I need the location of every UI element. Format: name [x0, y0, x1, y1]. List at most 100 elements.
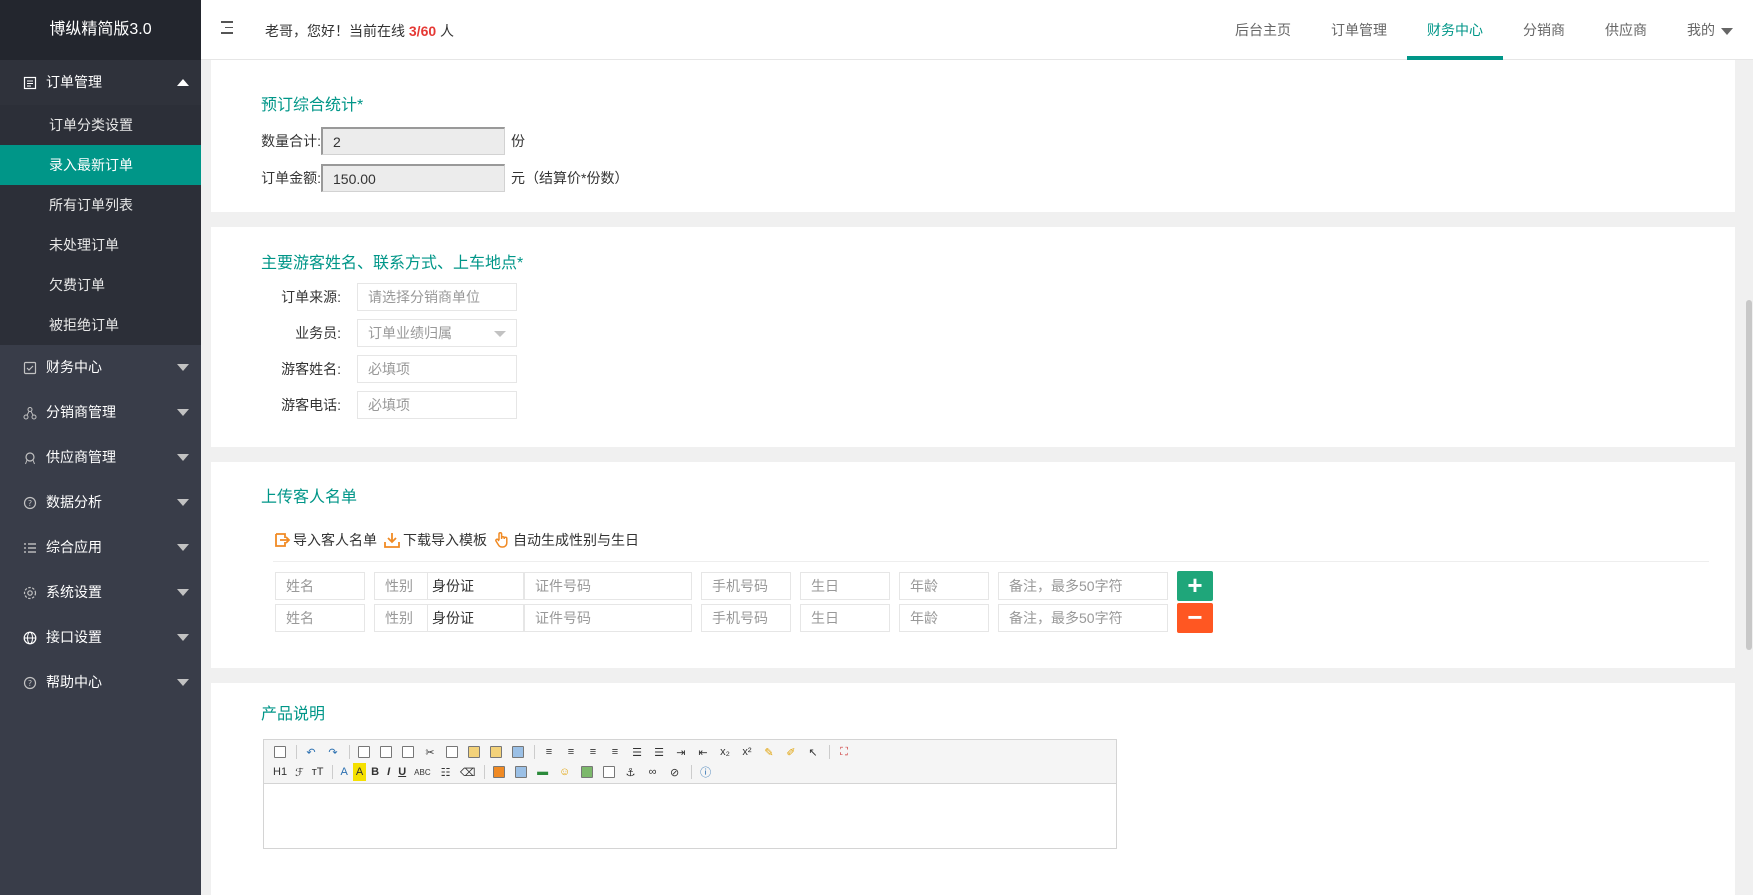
topnav-mine[interactable]: 我的 — [1667, 0, 1753, 60]
table-icon[interactable] — [511, 763, 531, 781]
sidebar-group-interfaces[interactable]: 接口设置 — [0, 615, 201, 660]
topnav-finance[interactable]: 财务中心 — [1407, 0, 1503, 60]
redo-icon[interactable]: ↷ — [323, 743, 343, 761]
sidebar-item-arrears-orders[interactable]: 欠费订单 — [0, 265, 201, 305]
font-color-button[interactable]: A — [337, 763, 350, 781]
outdent-icon[interactable]: ⇤ — [693, 743, 713, 761]
caret-down-icon — [177, 454, 189, 461]
unordered-list-icon[interactable]: ☰ — [649, 743, 669, 761]
guest-name-input[interactable]: 必填项 — [357, 355, 517, 383]
chevron-down-icon — [1721, 27, 1733, 35]
unlink-icon[interactable]: ⊘ — [665, 763, 685, 781]
guest-note-cell[interactable]: 备注，最多50字符 — [998, 572, 1168, 600]
template-icon[interactable] — [398, 743, 418, 761]
print-icon[interactable] — [376, 743, 396, 761]
italic-button[interactable]: I — [384, 763, 393, 781]
guest-age-cell[interactable]: 年龄 — [899, 604, 989, 632]
sidebar-group-apps[interactable]: 综合应用 — [0, 525, 201, 570]
guest-gender-cell[interactable]: 性别 — [374, 604, 428, 632]
subscript-icon[interactable]: x₂ — [715, 743, 735, 761]
copy-icon[interactable] — [442, 743, 462, 761]
import-guests-button[interactable]: 导入客人名单 — [273, 530, 377, 550]
anchor-icon[interactable]: ⚓ — [621, 763, 641, 781]
guest-gender-cell[interactable]: 性别 — [374, 572, 428, 600]
highlight-color-button[interactable]: A — [352, 763, 367, 781]
guest-idno-cell[interactable]: 证件号码 — [524, 604, 692, 632]
insert-image-icon[interactable] — [489, 763, 509, 781]
guest-idno-cell[interactable]: 证件号码 — [524, 572, 692, 600]
scrollbar-thumb[interactable] — [1746, 300, 1752, 650]
download-template-button[interactable]: 下载导入模板 — [383, 530, 487, 550]
bold-button[interactable]: B — [368, 763, 382, 781]
emoticon-icon[interactable]: ☺ — [555, 763, 575, 781]
source-icon[interactable] — [270, 743, 290, 761]
line-height-icon[interactable]: ☷ — [436, 763, 456, 781]
align-right-icon[interactable]: ≡ — [583, 743, 603, 761]
scrollbar[interactable] — [1745, 60, 1753, 895]
sidebar-item-unprocessed-orders[interactable]: 未处理订单 — [0, 225, 201, 265]
sidebar-item-all-orders[interactable]: 所有订单列表 — [0, 185, 201, 225]
help-icon[interactable]: ⓘ — [696, 763, 716, 781]
font-size-button[interactable]: тT — [309, 763, 327, 781]
eraser-icon[interactable]: ⌫ — [458, 763, 478, 781]
sidebar-group-distributors[interactable]: 分销商管理 — [0, 390, 201, 435]
ordered-list-icon[interactable]: ☰ — [627, 743, 647, 761]
topnav-suppliers[interactable]: 供应商 — [1585, 0, 1667, 60]
sidebar-item-order-category[interactable]: 订单分类设置 — [0, 105, 201, 145]
sidebar-group-label: 系统设置 — [46, 584, 102, 600]
link-icon[interactable]: ∞ — [643, 763, 663, 781]
font-family-button[interactable]: ℱ — [292, 763, 307, 781]
guest-name-cell[interactable]: 姓名 — [275, 572, 365, 600]
image-icon[interactable] — [577, 763, 597, 781]
strikethrough-button[interactable]: ABC — [411, 763, 433, 781]
add-row-button[interactable]: + — [1177, 571, 1213, 601]
fullscreen-icon[interactable]: ⛶ — [834, 743, 854, 761]
page-break-icon[interactable] — [599, 763, 619, 781]
paste-icon[interactable] — [464, 743, 484, 761]
guest-birthday-cell[interactable]: 生日 — [800, 604, 890, 632]
pointer-icon[interactable]: ↖ — [803, 743, 823, 761]
paste-word-icon[interactable] — [508, 743, 528, 761]
hr-icon[interactable]: ▬ — [533, 763, 553, 781]
topnav-mine-label: 我的 — [1687, 22, 1715, 38]
select-all-icon[interactable]: ✐ — [781, 743, 801, 761]
guest-name-cell[interactable]: 姓名 — [275, 604, 365, 632]
sidebar-group-finance[interactable]: 财务中心 — [0, 345, 201, 390]
editor-body[interactable] — [264, 784, 1116, 848]
sidebar-item-rejected-orders[interactable]: 被拒绝订单 — [0, 305, 201, 345]
clear-format-icon[interactable]: ✎ — [759, 743, 779, 761]
menu-toggle-icon[interactable] — [221, 21, 235, 35]
superscript-icon[interactable]: x² — [737, 743, 757, 761]
guest-phone-input[interactable]: 必填项 — [357, 391, 517, 419]
sidebar-group-orders[interactable]: 订单管理 — [0, 60, 201, 105]
indent-icon[interactable]: ⇥ — [671, 743, 691, 761]
sidebar-item-new-order[interactable]: 录入最新订单 — [0, 145, 201, 185]
guest-mobile-cell[interactable]: 手机号码 — [701, 604, 791, 632]
topnav-distributors[interactable]: 分销商 — [1503, 0, 1585, 60]
sales-select[interactable]: 订单业绩归属 — [357, 319, 517, 347]
sidebar-group-help[interactable]: ? 帮助中心 — [0, 660, 201, 705]
guest-age-cell[interactable]: 年龄 — [899, 572, 989, 600]
align-justify-icon[interactable]: ≡ — [605, 743, 625, 761]
align-center-icon[interactable]: ≡ — [561, 743, 581, 761]
topnav-orders[interactable]: 订单管理 — [1311, 0, 1407, 60]
auto-generate-button[interactable]: 自动生成性别与生日 — [493, 530, 639, 550]
sidebar-group-settings[interactable]: 系统设置 — [0, 570, 201, 615]
guest-birthday-cell[interactable]: 生日 — [800, 572, 890, 600]
guest-idtype-cell[interactable]: 身份证 — [428, 572, 524, 600]
align-left-icon[interactable]: ≡ — [539, 743, 559, 761]
topnav-dashboard[interactable]: 后台主页 — [1215, 0, 1311, 60]
sidebar-group-suppliers[interactable]: 供应商管理 — [0, 435, 201, 480]
guest-note-cell[interactable]: 备注，最多50字符 — [998, 604, 1168, 632]
heading-button[interactable]: H1 — [270, 763, 290, 781]
remove-row-button[interactable]: − — [1177, 603, 1213, 633]
undo-icon[interactable]: ↶ — [301, 743, 321, 761]
preview-icon[interactable] — [354, 743, 374, 761]
cut-icon[interactable]: ✂ — [420, 743, 440, 761]
sidebar-group-analysis[interactable]: ? 数据分析 — [0, 480, 201, 525]
underline-button[interactable]: U — [395, 763, 409, 781]
guest-idtype-cell[interactable]: 身份证 — [428, 604, 524, 632]
source-input[interactable]: 请选择分销商单位 — [357, 283, 517, 311]
guest-mobile-cell[interactable]: 手机号码 — [701, 572, 791, 600]
paste-text-icon[interactable] — [486, 743, 506, 761]
